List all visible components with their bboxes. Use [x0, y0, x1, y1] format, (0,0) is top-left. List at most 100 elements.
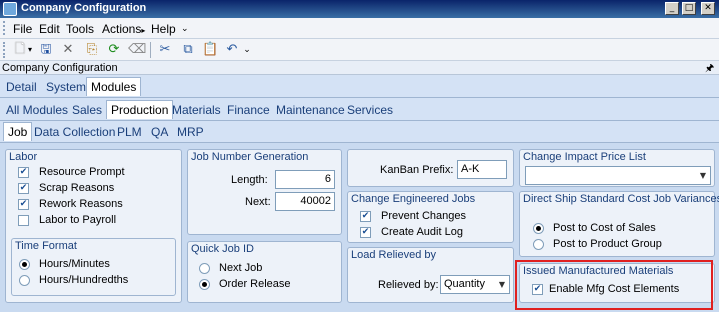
app-icon: [3, 2, 17, 16]
load-relieved-title: Load Relieved by: [351, 249, 437, 261]
menu-tools[interactable]: Tools: [66, 22, 94, 36]
overflow-icon[interactable]: ⌄: [242, 42, 252, 58]
scrap-reasons-checkbox[interactable]: ✔: [18, 183, 29, 194]
kanban-prefix-label: KanBan Prefix:: [380, 164, 454, 176]
clear-icon[interactable]: ⌫: [128, 42, 146, 58]
post-product-group-radio[interactable]: [533, 239, 544, 250]
labor-group-title: Labor: [9, 151, 38, 163]
resource-prompt-checkbox[interactable]: ✔: [18, 167, 29, 178]
tab-detail[interactable]: Detail: [6, 80, 37, 94]
toolbar-grip-icon[interactable]: [3, 42, 6, 58]
hours-hundredths-label: Hours/Hundredths: [39, 274, 129, 286]
hours-hundredths-radio[interactable]: [19, 275, 30, 286]
menu-actions-label: Actions: [102, 22, 142, 36]
post-cost-of-sales-label: Post to Cost of Sales: [553, 222, 656, 234]
tab-qa[interactable]: QA: [151, 125, 168, 139]
maximize-button[interactable]: □: [682, 2, 696, 15]
prevent-changes-label: Prevent Changes: [381, 210, 466, 222]
tab-modules[interactable]: Modules: [86, 77, 142, 96]
refresh-icon[interactable]: ⟳: [106, 42, 122, 58]
post-product-group-label: Post to Product Group: [553, 238, 662, 250]
submenu-arrow-icon: ▸: [141, 26, 146, 35]
menu-file[interactable]: File: [13, 22, 32, 36]
labor-to-payroll-checkbox[interactable]: [18, 215, 29, 226]
cut-icon[interactable]: ✂: [157, 42, 173, 58]
create-audit-log-checkbox[interactable]: ✔: [360, 227, 371, 238]
production-tab-strip: Job Data Collection PLM QA MRP: [0, 121, 719, 143]
job-settings-panel: Labor ✔ Resource Prompt ✔ Scrap Reasons …: [0, 143, 719, 312]
order-release-radio[interactable]: [199, 279, 210, 290]
minimize-button[interactable]: _: [665, 2, 679, 15]
quick-job-title: Quick Job ID: [191, 243, 254, 255]
engineered-jobs-title: Change Engineered Jobs: [351, 193, 476, 205]
tab-data-collection[interactable]: Data Collection: [34, 125, 115, 139]
highlight-box: [515, 260, 713, 310]
rework-reasons-checkbox[interactable]: ✔: [18, 199, 29, 210]
chevron-down-icon[interactable]: ▼: [495, 276, 509, 293]
tab-all-modules[interactable]: All Modules: [6, 103, 68, 117]
rework-reasons-label: Rework Reasons: [39, 198, 123, 210]
tab-maintenance[interactable]: Maintenance: [276, 103, 345, 117]
labor-to-payroll-label: Labor to Payroll: [39, 214, 117, 226]
tab-production[interactable]: Production: [106, 100, 174, 119]
toolbar: 🗋 ▾ 🖫 ✕ ⎘ ⟳ ⌫ ✂ ⧉ 📋 ↶ ⌄: [0, 39, 719, 61]
next-job-label: Next Job: [219, 262, 263, 274]
next-input[interactable]: 40002: [275, 192, 335, 211]
time-format-group: Time Format Hours/Minutes Hours/Hundredt…: [11, 238, 176, 296]
title-bar: Company Configuration _ □ ✕: [0, 0, 719, 18]
menu-actions[interactable]: Actions▸: [102, 22, 145, 36]
panel-header: Company Configuration 🖈: [0, 61, 719, 75]
job-number-title: Job Number Generation: [191, 151, 309, 163]
menu-grip-icon[interactable]: [3, 21, 6, 35]
paste-icon[interactable]: 📋: [202, 42, 218, 58]
load-relieved-group: Load Relieved by Relieved by: Quantity ▼: [347, 247, 514, 303]
tab-finance[interactable]: Finance: [227, 103, 270, 117]
panel-title: Company Configuration: [2, 62, 118, 74]
tab-services[interactable]: Services: [347, 103, 393, 117]
module-tab-strip: All Modules Sales Production Materials F…: [0, 99, 719, 121]
labor-group: Labor ✔ Resource Prompt ✔ Scrap Reasons …: [5, 149, 182, 303]
tab-system[interactable]: System: [46, 80, 86, 94]
post-cost-of-sales-radio[interactable]: [533, 223, 544, 234]
hours-minutes-label: Hours/Minutes: [39, 258, 110, 270]
time-format-title: Time Format: [15, 240, 77, 252]
kanban-prefix-input[interactable]: A-K: [457, 160, 507, 179]
dropdown-arrow-icon[interactable]: ▾: [26, 42, 34, 58]
scrap-reasons-label: Scrap Reasons: [39, 182, 115, 194]
window-title: Company Configuration: [21, 2, 147, 14]
quick-job-group: Quick Job ID Next Job Order Release: [187, 241, 342, 303]
hours-minutes-radio[interactable]: [19, 259, 30, 270]
next-job-radio[interactable]: [199, 263, 210, 274]
job-number-group: Job Number Generation Length: 6 Next: 40…: [187, 149, 342, 235]
menu-help[interactable]: Help: [151, 22, 176, 36]
save-icon[interactable]: 🖫: [38, 42, 54, 58]
copy-doc-icon[interactable]: ⎘: [84, 42, 100, 58]
delete-icon[interactable]: ✕: [60, 42, 76, 58]
undo-icon[interactable]: ↶: [224, 42, 240, 58]
tab-mrp[interactable]: MRP: [177, 125, 204, 139]
tab-sales[interactable]: Sales: [72, 103, 102, 117]
relieved-by-select[interactable]: Quantity ▼: [440, 275, 510, 294]
impact-price-select[interactable]: ▼: [525, 166, 711, 185]
menu-bar: File Edit Tools Actions▸ Help ⌄: [0, 18, 719, 39]
chevron-down-icon[interactable]: ▼: [696, 167, 710, 184]
menu-edit[interactable]: Edit: [39, 22, 60, 36]
engineered-jobs-group: Change Engineered Jobs ✔ Prevent Changes…: [347, 191, 514, 243]
close-button[interactable]: ✕: [701, 2, 715, 15]
tab-materials[interactable]: Materials: [172, 103, 221, 117]
relieved-by-label: Relieved by:: [378, 279, 439, 291]
direct-ship-title: Direct Ship Standard Cost Job Variances: [523, 193, 719, 205]
next-label: Next:: [245, 196, 271, 208]
length-input[interactable]: 6: [275, 170, 335, 189]
copy-icon[interactable]: ⧉: [180, 42, 196, 58]
menu-overflow-icon[interactable]: ⌄: [181, 24, 189, 34]
prevent-changes-checkbox[interactable]: ✔: [360, 211, 371, 222]
tab-plm[interactable]: PLM: [117, 125, 142, 139]
direct-ship-group: Direct Ship Standard Cost Job Variances …: [519, 191, 719, 257]
order-release-label: Order Release: [219, 278, 291, 290]
resource-prompt-label: Resource Prompt: [39, 166, 125, 178]
top-tab-strip: Detail System Modules: [0, 76, 719, 98]
tab-job[interactable]: Job: [3, 122, 33, 141]
impact-price-group: Change Impact Price List ▼: [519, 149, 715, 187]
length-label: Length:: [231, 174, 268, 186]
